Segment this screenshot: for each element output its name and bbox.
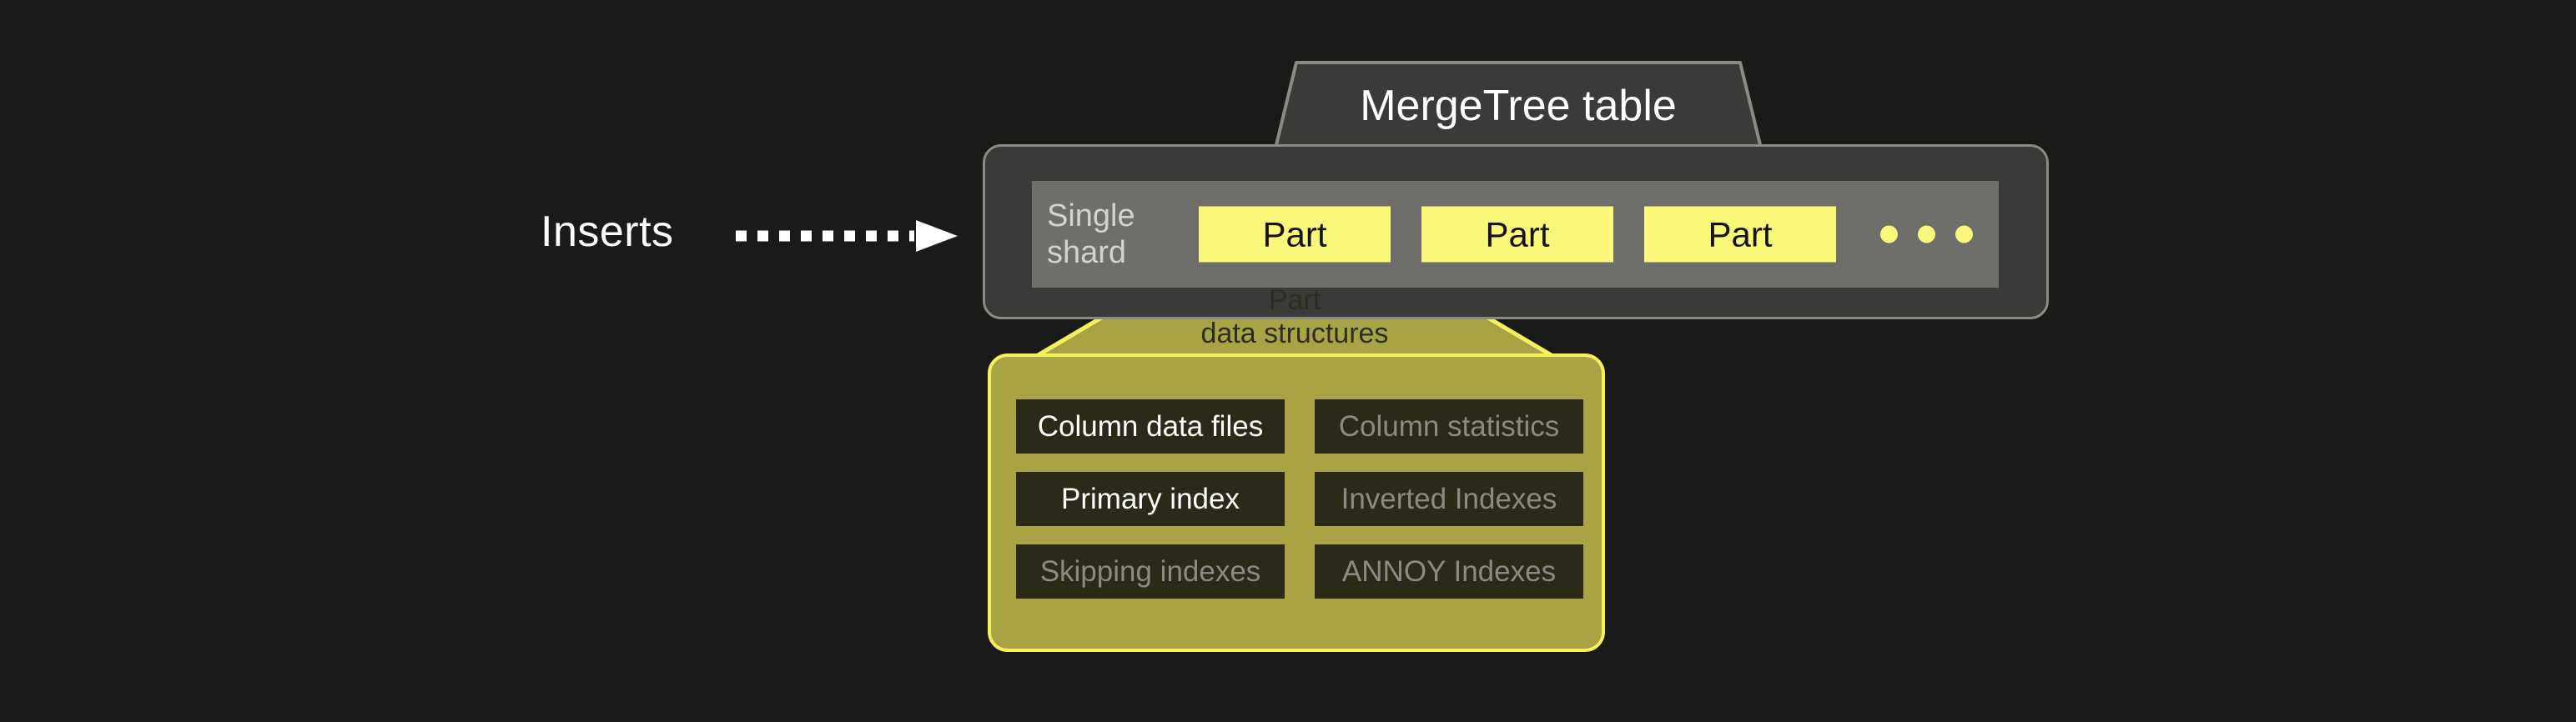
diagram-canvas: Inserts MergeTree table Part data struct…: [0, 0, 2576, 722]
page-title: MergeTree table: [1360, 82, 1677, 130]
part-box[interactable]: Part: [1421, 206, 1613, 263]
data-structure-item-primary-index[interactable]: Primary index: [1016, 472, 1285, 526]
dot-icon: [1955, 225, 1973, 243]
inserts-label: Inserts: [541, 208, 674, 256]
data-structure-item-inverted-indexes[interactable]: Inverted Indexes: [1315, 472, 1583, 526]
data-structure-item-column-data-files[interactable]: Column data files: [1016, 399, 1285, 454]
dot-icon: [1880, 225, 1898, 243]
part-box[interactable]: Part: [1199, 206, 1391, 263]
three-dots-icon: [1880, 225, 1973, 243]
part-box[interactable]: Part: [1644, 206, 1836, 263]
part-data-structures-panel: Column data files Column statistics Prim…: [988, 353, 1605, 652]
funnel-label: Part data structures: [1200, 284, 1389, 349]
data-structure-item-column-statistics[interactable]: Column statistics: [1315, 399, 1583, 454]
data-structure-item-annoy-indexes[interactable]: ANNOY Indexes: [1315, 544, 1583, 599]
data-structure-item-skipping-indexes[interactable]: Skipping indexes: [1016, 544, 1285, 599]
parts-row: Part Part Part: [1199, 206, 1973, 263]
dotted-right-arrow-icon: [736, 220, 958, 252]
data-structures-grid: Column data files Column statistics Prim…: [1016, 399, 1583, 599]
single-shard-band: Single shard Part Part Part: [1032, 181, 1999, 288]
dot-icon: [1918, 225, 1935, 243]
single-shard-label: Single shard: [1047, 198, 1135, 270]
